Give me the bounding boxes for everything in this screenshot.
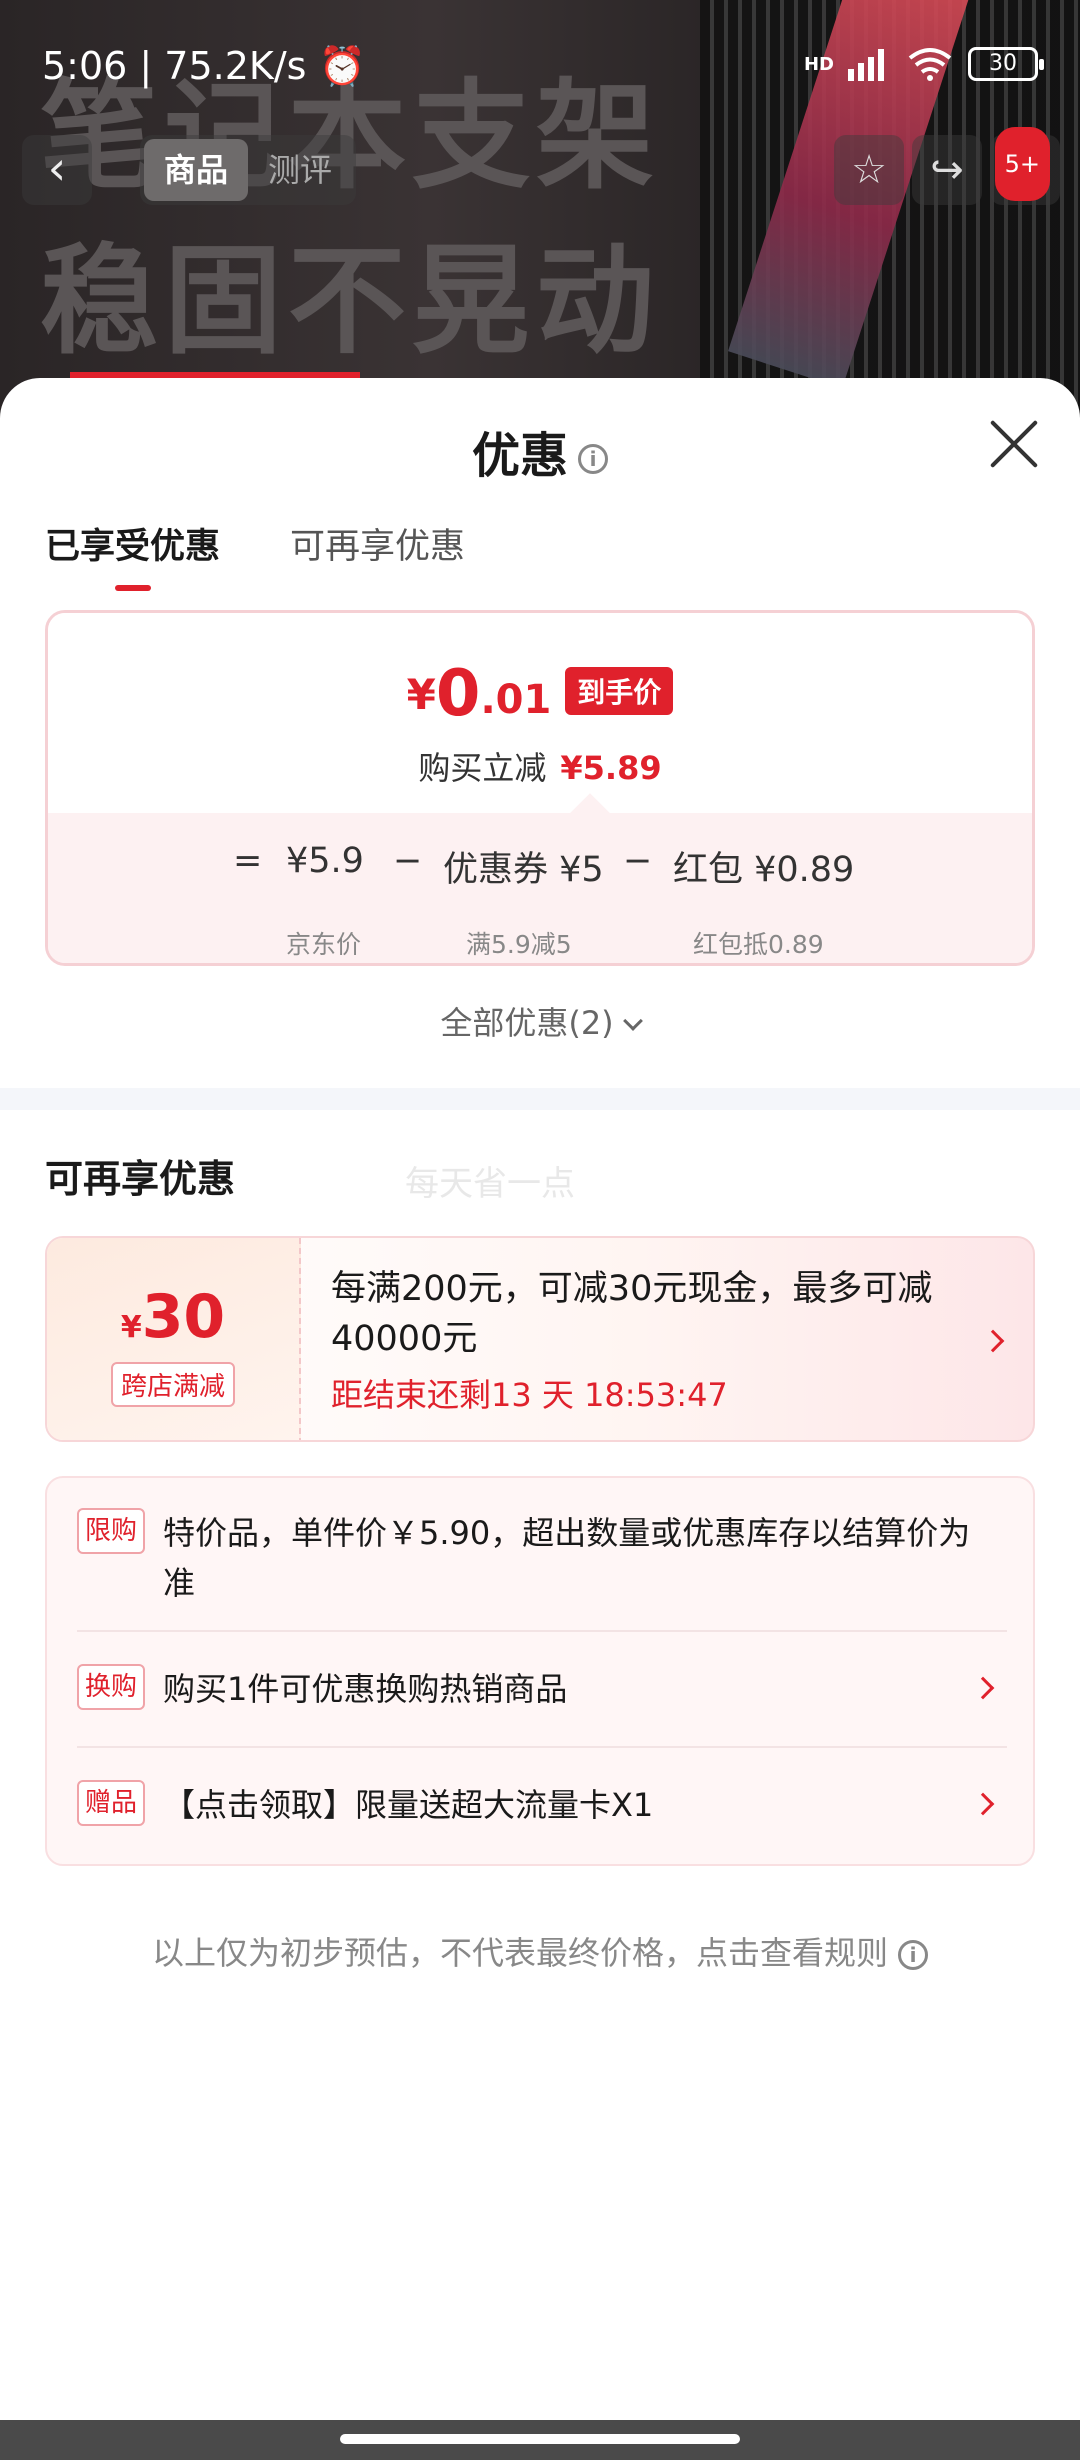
list-divider: [77, 1630, 1007, 1632]
close-button[interactable]: [988, 418, 1040, 470]
chevron-down-icon: [622, 1011, 643, 1031]
more-discounts-title: 可再享优惠: [45, 1157, 236, 1201]
cross-store-promo-card[interactable]: ¥30 跨店满减 每满200元，可减30元现金，最多可减40000元 距结束还剩…: [45, 1236, 1035, 1442]
formula-minus-2: −: [623, 841, 653, 881]
price-decimal: .01: [480, 677, 552, 723]
exchange-tag: 换购: [77, 1664, 146, 1710]
promo-description: 每满200元，可减30元现金，最多可减40000元: [331, 1269, 933, 1359]
promo-currency: ¥: [120, 1310, 142, 1345]
formula-equals: =: [233, 841, 263, 881]
formula-base-label: 京东价: [286, 930, 362, 959]
price-currency: ¥: [406, 670, 436, 719]
status-bar: 5:06 | 75.2K/s ⏰ HD 30: [0, 0, 1080, 130]
info-icon[interactable]: i: [578, 444, 608, 474]
tab-review[interactable]: 测评: [248, 139, 352, 201]
extra-offers-list: 限购 特价品，单件价￥5.90，超出数量或优惠库存以结算价为准 换购 购买1件可…: [45, 1476, 1035, 1866]
tab-more-discounts[interactable]: 可再享优惠: [290, 518, 465, 587]
notification-badge: 5+: [994, 127, 1050, 201]
formula-coupon: 优惠券 ¥5: [443, 850, 604, 890]
wifi-icon: [908, 48, 952, 81]
nav-actions: ☆ ↪ ⋯ 5+: [834, 127, 1060, 205]
product-top-nav: ‹ 商品 测评 ☆ ↪ ⋯ 5+: [0, 127, 1080, 210]
formula-coupon-label: 满5.9减5: [466, 930, 572, 959]
section-divider: [0, 1088, 1080, 1110]
gift-text: 【点击领取】限量送超大流量卡X1: [163, 1786, 654, 1824]
watermark-text: 每天省一点: [405, 1164, 575, 1204]
status-time: 5:06 | 75.2K/s ⏰: [42, 44, 366, 89]
status-right: HD 30: [803, 46, 1044, 82]
product-nav-tabs: 商品 测评: [140, 135, 357, 205]
formula-minus-1: −: [393, 841, 423, 881]
share-button[interactable]: ↪: [912, 135, 982, 205]
signal-icon: [848, 49, 884, 81]
list-item-limit: 限购 特价品，单件价￥5.90，超出数量或优惠库存以结算价为准: [77, 1508, 1007, 1608]
chevron-right-icon: [981, 1329, 1005, 1353]
all-discounts-toggle[interactable]: 全部优惠(2): [0, 998, 1080, 1044]
promo-amount-value: 30: [141, 1282, 226, 1352]
tab-enjoyed-discounts[interactable]: 已享受优惠: [45, 518, 220, 591]
sheet-title: 优惠 i: [0, 416, 1080, 486]
star-icon: ☆: [851, 147, 887, 193]
formula-redpack: 红包 ¥0.89: [673, 850, 855, 890]
alarm-icon: ⏰: [318, 44, 366, 88]
back-arrow-icon: ‹: [47, 141, 67, 195]
info-icon: i: [898, 1940, 928, 1970]
promo-type-label: 跨店满减: [110, 1362, 235, 1407]
final-price-tag: 到手价: [565, 667, 674, 715]
tab-product[interactable]: 商品: [144, 139, 249, 201]
more-button[interactable]: ⋯ 5+: [990, 127, 1060, 205]
navigation-gesture-bar: [0, 2420, 1080, 2460]
sheet-title-text: 优惠: [471, 428, 568, 484]
discount-tabs: 已享受优惠 可再享优惠: [45, 518, 465, 591]
discount-sheet: 优惠 i 已享受优惠 可再享优惠 ¥ 0 .01 到手价 购买立减 ¥5.89 = …: [0, 378, 1080, 2420]
favorite-button[interactable]: ☆: [834, 135, 904, 205]
battery-icon: 30: [968, 47, 1044, 81]
promo-amount: ¥30: [47, 1282, 299, 1352]
final-price-section: ¥ 0 .01 到手价 购买立减 ¥5.89: [48, 613, 1032, 813]
instant-discount-value: ¥5.89: [560, 749, 662, 787]
home-indicator[interactable]: [340, 2434, 740, 2444]
all-discounts-label: 全部优惠(2): [440, 1004, 614, 1042]
formula-base-price: ¥5.9: [286, 841, 364, 881]
pricing-rules-note[interactable]: 以上仅为初步预估，不代表最终价格，点击查看规则 i: [0, 1928, 1080, 1974]
share-icon: ↪: [930, 147, 964, 193]
list-divider: [77, 1746, 1007, 1748]
promo-countdown: 距结束还剩13 天 18:53:47: [331, 1376, 728, 1414]
promo-amount-panel: ¥30 跨店满减: [47, 1238, 301, 1440]
final-price: ¥ 0 .01 到手价: [48, 613, 1032, 727]
formula-redpack-label: 红包抵0.89: [693, 930, 824, 959]
final-price-card: ¥ 0 .01 到手价 购买立减 ¥5.89 = ¥5.9 − 优惠券 ¥5 − …: [45, 610, 1035, 966]
exchange-text: 购买1件可优惠换购热销商品: [163, 1670, 568, 1708]
price-breakdown: = ¥5.9 − 优惠券 ¥5 − 红包 ¥0.89 京东价 满5.9减5 红包…: [48, 793, 1032, 963]
list-item-exchange[interactable]: 换购 购买1件可优惠换购热销商品: [77, 1664, 1007, 1724]
price-integer: 0: [435, 657, 481, 731]
pricing-rules-text: 以上仅为初步预估，不代表最终价格，点击查看规则: [151, 1934, 888, 1972]
instant-discount: 购买立减 ¥5.89: [48, 743, 1032, 789]
limit-text: 特价品，单件价￥5.90，超出数量或优惠库存以结算价为准: [163, 1514, 971, 1602]
list-item-gift[interactable]: 赠品 【点击领取】限量送超大流量卡X1: [77, 1780, 1007, 1840]
hd-label: HD: [803, 53, 834, 75]
limit-tag: 限购: [77, 1508, 146, 1554]
hero-text-line2: 稳固不晃动: [40, 232, 661, 370]
instant-discount-label: 购买立减: [418, 749, 547, 787]
gift-tag: 赠品: [77, 1780, 146, 1826]
back-button[interactable]: ‹: [22, 135, 92, 205]
status-time-text: 5:06 | 75.2K/s: [42, 44, 307, 88]
